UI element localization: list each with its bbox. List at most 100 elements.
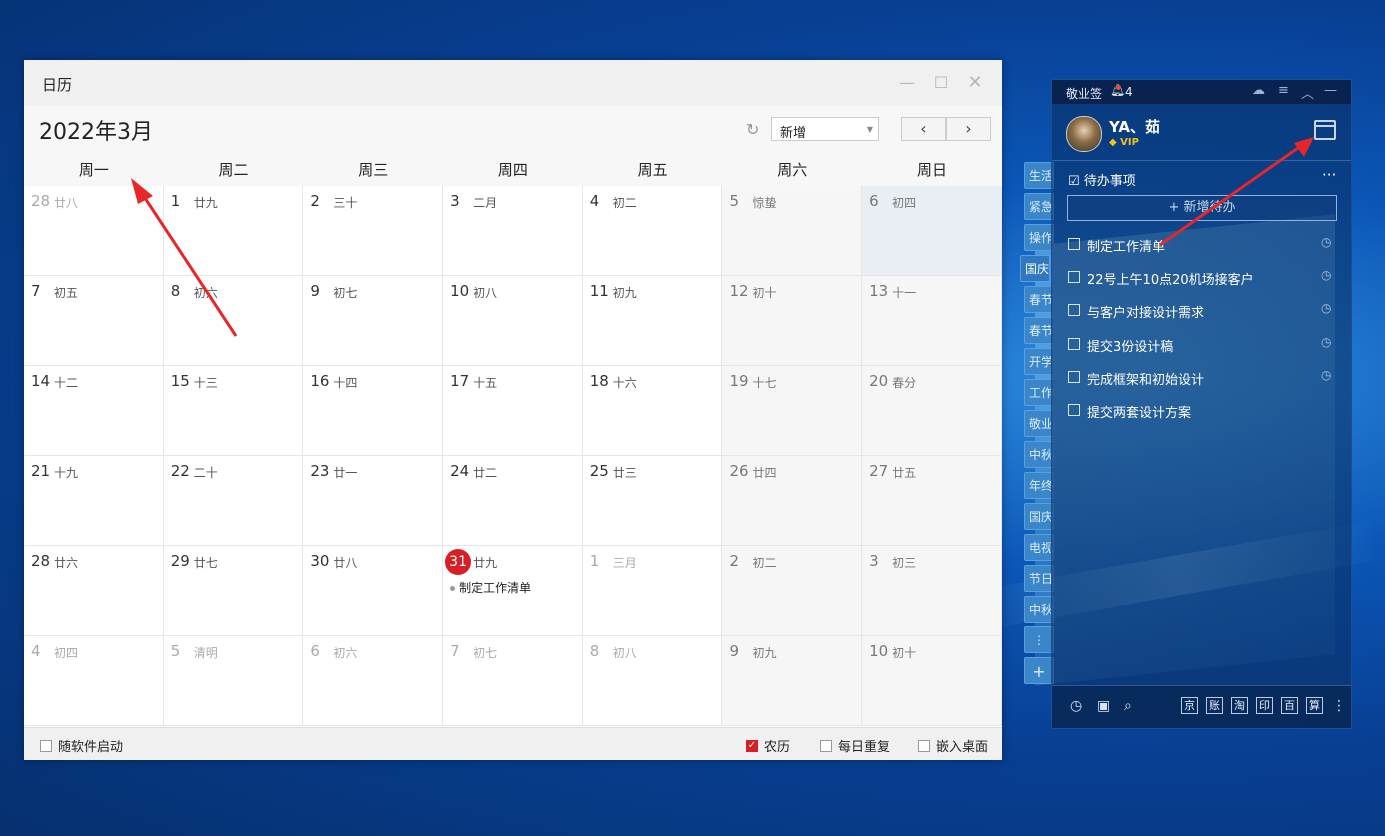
category-tag[interactable]: 紧急 [1024,193,1054,220]
category-tag[interactable]: 国庆 [1024,503,1054,530]
quick-launch-key[interactable]: 淘 [1231,697,1248,714]
archive-icon[interactable]: ▣ [1097,698,1110,714]
more-options-icon[interactable]: ··· [1322,166,1336,184]
todo-item[interactable]: 22号上午10点20机场接客户 ◷ [1068,268,1338,288]
category-tag[interactable]: 敬业 [1024,410,1054,437]
calendar-day-cell[interactable]: 11 初九 [582,276,723,366]
search-icon[interactable]: ⌕ [1124,698,1132,714]
calendar-day-cell[interactable]: 4 初二 [582,186,723,276]
new-item-select[interactable]: 新增 ▼ [771,117,879,141]
reminder-clock-icon[interactable]: ◷ [1321,301,1331,315]
refresh-icon[interactable]: ↻ [746,120,759,139]
close-icon[interactable]: ✕ [964,72,986,94]
reminder-clock-icon[interactable]: ◷ [1321,268,1331,282]
calendar-day-cell[interactable]: 17 十五 [443,366,583,456]
minimize-icon[interactable]: — [1324,83,1337,98]
calendar-icon[interactable] [1314,120,1336,140]
calendar-day-cell[interactable]: 6 初六 [303,636,444,726]
calendar-day-cell[interactable]: 29 廿七 [163,546,304,636]
calendar-day-cell[interactable]: 28 廿八 [24,186,164,276]
add-tag-icon[interactable]: + [1024,657,1054,684]
calendar-day-cell[interactable]: 2 初二 [722,546,863,636]
calendar-day-cell[interactable]: 31 廿九 制定工作清单 [443,546,583,636]
quick-launch-key[interactable]: 京 [1181,697,1198,714]
category-tag[interactable]: 中秋 [1024,441,1054,468]
clock-icon[interactable]: ◷ [1070,698,1082,714]
calendar-day-cell[interactable]: 9 初七 [303,276,444,366]
todo-checkbox[interactable] [1068,337,1080,350]
todo-checkbox[interactable] [1068,238,1080,250]
category-tag[interactable]: 春节 [1024,317,1054,344]
calendar-day-cell[interactable]: 3 初三 [862,546,1002,636]
calendar-day-cell[interactable]: 20 春分 [862,366,1002,456]
todo-item[interactable]: 制定工作清单 ◷ [1068,235,1338,255]
reminder-clock-icon[interactable]: ◷ [1321,335,1331,349]
quick-launch-key[interactable]: 印 [1256,697,1273,714]
todo-item[interactable]: 提交两套设计方案 [1068,401,1338,421]
calendar-event[interactable]: 制定工作清单 [450,579,531,596]
calendar-day-cell[interactable]: 14 十二 [24,366,164,456]
calendar-day-cell[interactable]: 12 初十 [722,276,863,366]
quick-launch-key[interactable]: 算 [1306,697,1323,714]
autostart-checkbox[interactable]: 随软件启动 [40,736,123,755]
category-tag[interactable]: 春节 [1024,286,1054,313]
calendar-day-cell[interactable]: 13 十一 [862,276,1002,366]
calendar-day-cell[interactable]: 4 初四 [24,636,164,726]
minimize-icon[interactable]: — [896,72,918,94]
calendar-day-cell[interactable]: 25 廿三 [582,456,723,546]
embed-desktop-checkbox[interactable]: 嵌入桌面 [918,736,988,755]
calendar-day-cell[interactable]: 1 三月 [582,546,723,636]
category-tag[interactable]: 节日 [1024,565,1054,592]
quick-launch-key[interactable]: 百 [1281,697,1298,714]
calendar-day-cell[interactable]: 15 十三 [163,366,304,456]
calendar-day-cell[interactable]: 26 廿四 [722,456,863,546]
prev-month-button[interactable]: ‹ [901,117,946,141]
reminder-clock-icon[interactable]: ◷ [1321,235,1331,249]
category-tag[interactable]: 中秋 [1024,596,1054,623]
calendar-day-cell[interactable]: 6 初四 [862,186,1002,276]
calendar-day-cell[interactable]: 8 初八 [582,636,723,726]
todo-item[interactable]: 提交3份设计稿 ◷ [1068,335,1338,355]
calendar-day-cell[interactable]: 10 初十 [862,636,1002,726]
bell-icon[interactable]: 🔔︎ [1110,83,1125,97]
avatar[interactable] [1066,116,1102,152]
more-vertical-icon[interactable]: ⋮ [1332,698,1346,714]
category-tag[interactable]: 开学 [1024,348,1054,375]
calendar-day-cell[interactable]: 2 三十 [303,186,444,276]
category-tag[interactable]: 国庆 [1020,255,1050,282]
calendar-day-cell[interactable]: 3 二月 [443,186,583,276]
category-tag[interactable]: 工作 [1024,379,1054,406]
calendar-day-cell[interactable]: 30 廿八 [303,546,444,636]
category-tag[interactable]: 年终 [1024,472,1054,499]
calendar-day-cell[interactable]: 28 廿六 [24,546,164,636]
calendar-day-cell[interactable]: 23 廿一 [303,456,444,546]
quick-launch-key[interactable]: 账 [1206,697,1223,714]
category-tag[interactable]: 电视 [1024,534,1054,561]
maximize-icon[interactable]: ☐ [930,72,952,94]
calendar-day-cell[interactable]: 1 廿九 [163,186,304,276]
calendar-day-cell[interactable]: 21 十九 [24,456,164,546]
calendar-day-cell[interactable]: 10 初八 [443,276,583,366]
calendar-day-cell[interactable]: 5 清明 [163,636,304,726]
calendar-day-cell[interactable]: 5 惊蛰 [722,186,863,276]
todo-item[interactable]: 与客户对接设计需求 ◷ [1068,301,1338,321]
cloud-sync-icon[interactable]: ☁ [1252,83,1265,98]
calendar-day-cell[interactable]: 8 初六 [163,276,304,366]
calendar-day-cell[interactable]: 9 初九 [722,636,863,726]
todo-checkbox[interactable] [1068,271,1080,284]
todo-checkbox[interactable] [1068,404,1080,416]
todo-checkbox[interactable] [1068,304,1080,317]
calendar-day-cell[interactable]: 7 初五 [24,276,164,366]
calendar-day-cell[interactable]: 22 二十 [163,456,304,546]
todo-checkbox[interactable] [1068,370,1080,383]
calendar-day-cell[interactable]: 24 廿二 [443,456,583,546]
daily-repeat-checkbox[interactable]: 每日重复 [820,736,890,755]
calendar-day-cell[interactable]: 7 初七 [443,636,583,726]
lunar-checkbox[interactable]: ✓ 农历 [746,736,790,755]
calendar-day-cell[interactable]: 27 廿五 [862,456,1002,546]
menu-icon[interactable]: ≡ [1278,83,1289,98]
add-todo-button[interactable]: + 新增待办 [1067,195,1337,221]
more-tags-icon[interactable]: ⋮ [1024,626,1054,653]
calendar-day-cell[interactable]: 16 十四 [303,366,444,456]
todo-item[interactable]: 完成框架和初始设计 ◷ [1068,368,1338,388]
